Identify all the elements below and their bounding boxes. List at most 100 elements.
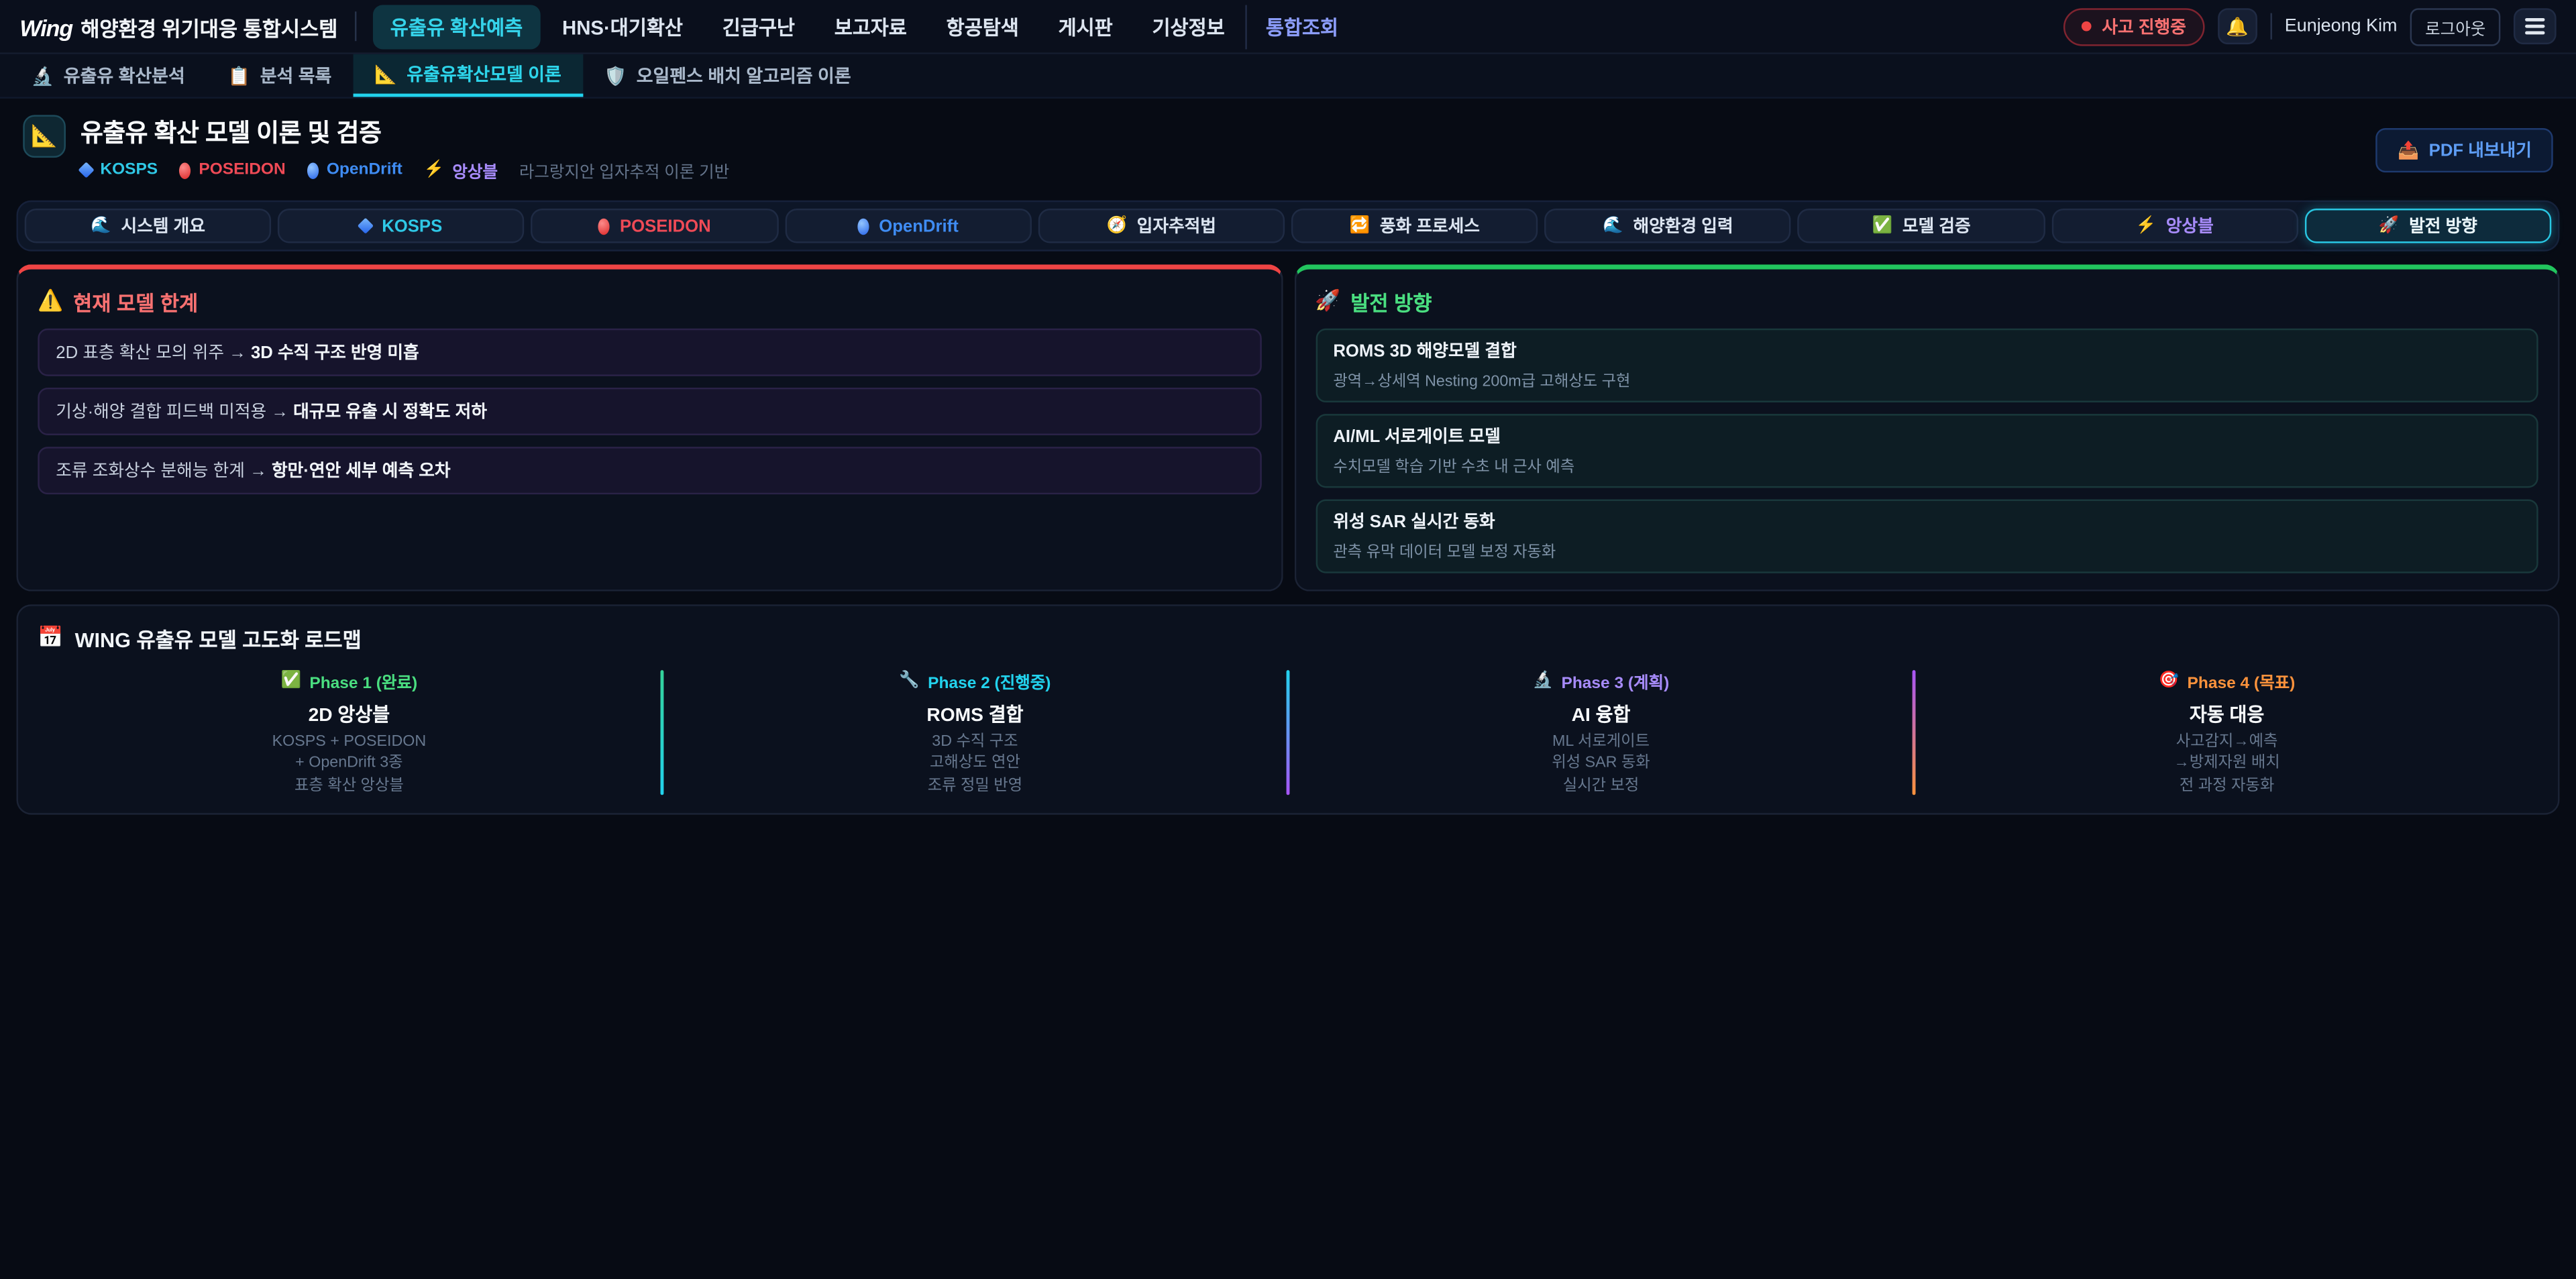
menu-item-aerial-search[interactable]: 항공탐색 xyxy=(928,4,1037,48)
phase-label-text: Phase 3 (계획) xyxy=(1561,669,1669,693)
future-item-desc: 수치모델 학습 기반 수초 내 근사 예측 xyxy=(1333,453,2520,476)
tab-diffusion-model-theory[interactable]: 📐 유출유확산모델 이론 xyxy=(353,54,582,97)
tab-analysis-list[interactable]: 📋 분석 목록 xyxy=(207,54,354,97)
main-menu: 유출유 확산예측 HNS·대기확산 긴급구난 보고자료 항공탐색 게시판 기상정… xyxy=(372,4,1356,48)
roadmap-phase-4: 🎯 Phase 4 (목표) 자동 대응 사고감지→예측 →방제자원 배치 전 … xyxy=(1916,669,2538,797)
badge-opendrift: OpenDrift xyxy=(307,161,402,179)
limitations-title-text: 현재 모델 한계 xyxy=(73,286,198,317)
logout-button[interactable]: 로그아웃 xyxy=(2410,7,2500,45)
phase-line: + OpenDrift 3종 xyxy=(38,757,660,774)
page-subtitle: 라그랑지안 입자추적 이론 기반 xyxy=(519,158,729,182)
future-item-desc: 관측 유막 데이터 모델 보정 자동화 xyxy=(1333,539,2520,561)
limitation-item: 기상·해양 결합 피드백 미적용 → 대규모 유출 시 정확도 저하 xyxy=(38,388,1260,435)
model-badges: KOSPS POSEIDON OpenDrift ⚡ 앙상블 라그랑지안 입자추… xyxy=(80,158,729,182)
section-chip-poseidon[interactable]: POSEIDON xyxy=(531,209,778,243)
chip-label: 풍화 프로세스 xyxy=(1380,213,1480,238)
repeat-icon: 🔁 xyxy=(1350,217,1370,235)
triangle-ruler-icon: 📐 xyxy=(31,123,58,150)
chip-label: 시스템 개요 xyxy=(121,213,205,238)
future-item-title: 위성 SAR 실시간 동화 xyxy=(1333,509,2520,534)
wave-icon: 🌊 xyxy=(1603,217,1623,235)
tab-oil-boom-algorithm-theory[interactable]: 🛡️ 오일펜스 배치 알고리즘 이론 xyxy=(583,54,873,97)
phase-name: ROMS 결합 xyxy=(663,702,1286,728)
phase-line: 사고감지→예측 xyxy=(1916,733,2538,750)
user-name: Eunjeong Kim xyxy=(2285,16,2398,36)
wave-icon: 🌊 xyxy=(91,217,111,235)
section-chip-ensemble[interactable]: ⚡ 앙상블 xyxy=(2051,209,2298,243)
section-chip-particle-tracking[interactable]: 🧭 입자추적법 xyxy=(1038,209,1285,243)
menu-item-reports[interactable]: 보고자료 xyxy=(816,4,925,48)
hamburger-menu-button[interactable] xyxy=(2514,8,2557,44)
tab-label: 오일펜스 배치 알고리즘 이론 xyxy=(637,62,851,89)
wrench-icon: 🔧 xyxy=(899,672,919,690)
lightning-icon: ⚡ xyxy=(2136,217,2156,235)
page-header: 📐 유출유 확산 모델 이론 및 검증 KOSPS POSEIDON OpenD… xyxy=(0,99,2576,192)
roadmap-phase-1: ✅ Phase 1 (완료) 2D 앙상블 KOSPS + POSEIDON +… xyxy=(38,669,660,797)
badge-label: KOSPS xyxy=(100,161,158,179)
microscope-icon: 🔬 xyxy=(32,65,54,87)
limitation-text: 기상·해양 결합 피드백 미적용 → xyxy=(56,402,293,422)
menu-item-oil-spill-prediction[interactable]: 유출유 확산예측 xyxy=(372,4,541,48)
badge-ensemble: ⚡ 앙상블 xyxy=(424,158,498,182)
badge-kosps: KOSPS xyxy=(80,161,158,179)
phase-label-text: Phase 2 (진행중) xyxy=(928,669,1051,693)
section-nav: 🌊 시스템 개요 KOSPS POSEIDON OpenDrift 🧭 입자추적… xyxy=(16,201,2559,252)
red-oval-icon xyxy=(179,162,191,178)
menu-item-emergency-rescue[interactable]: 긴급구난 xyxy=(704,4,813,48)
phase-line: →방제자원 배치 xyxy=(1916,757,2538,774)
app-root: Wing 해양환경 위기대응 통합시스템 유출유 확산예측 HNS·대기확산 긴… xyxy=(0,0,2576,1279)
incident-status-label: 사고 진행중 xyxy=(2102,14,2186,39)
phase-3-label: 🔬 Phase 3 (계획) xyxy=(1289,669,1912,693)
section-chip-weathering-process[interactable]: 🔁 풍화 프로세스 xyxy=(1291,209,1538,243)
tab-label: 유출유확산모델 이론 xyxy=(407,61,561,87)
phase-name: AI 융합 xyxy=(1289,702,1912,728)
check-icon: ✅ xyxy=(1872,217,1892,235)
phase-name: 2D 앙상블 xyxy=(38,702,660,728)
menu-item-integrated-search[interactable]: 통합조회 xyxy=(1246,4,1357,48)
roadmap-panel: 📅 WING 유출유 모델 고도화 로드맵 ✅ Phase 1 (완료) 2D … xyxy=(16,604,2559,814)
limitation-bold: 3D 수직 구조 반영 미흡 xyxy=(251,343,419,363)
chip-label: 입자추적법 xyxy=(1137,213,1216,238)
incident-status-badge[interactable]: 사고 진행중 xyxy=(2064,7,2204,45)
section-chip-kosps[interactable]: KOSPS xyxy=(278,209,525,243)
tab-label: 유출유 확산분석 xyxy=(64,62,185,89)
page-icon-box: 📐 xyxy=(23,115,66,158)
app-logo[interactable]: Wing 해양환경 위기대응 통합시스템 xyxy=(19,11,337,42)
phase-line: 고해상도 연안 xyxy=(663,757,1286,774)
compass-icon: 🧭 xyxy=(1106,217,1126,235)
section-chip-system-overview[interactable]: 🌊 시스템 개요 xyxy=(25,209,272,243)
limitations-title: ⚠️ 현재 모델 한계 xyxy=(38,286,1260,317)
phase-line: 조류 정밀 반영 xyxy=(663,779,1286,797)
pdf-export-button[interactable]: 📤 PDF 내보내기 xyxy=(2376,128,2553,172)
content-panels: ⚠️ 현재 모델 한계 2D 표층 확산 모의 위주 → 3D 수직 구조 반영… xyxy=(16,264,2559,591)
top-navbar: Wing 해양환경 위기대응 통합시스템 유출유 확산예측 HNS·대기확산 긴… xyxy=(0,0,2576,54)
section-chip-model-validation[interactable]: ✅ 모델 검증 xyxy=(1798,209,2045,243)
sub-tabbar: 🔬 유출유 확산분석 📋 분석 목록 📐 유출유확산모델 이론 🛡️ 오일펜스 … xyxy=(0,54,2576,99)
tab-oil-spill-analysis[interactable]: 🔬 유출유 확산분석 xyxy=(10,54,207,97)
menu-item-hns-atmospheric[interactable]: HNS·대기확산 xyxy=(544,4,701,48)
phase-line: 전 과정 자동화 xyxy=(1916,779,2538,797)
future-title: 🚀 발전 방향 xyxy=(1315,286,2538,317)
triangle-ruler-icon: 📐 xyxy=(374,63,397,85)
rocket-icon: 🚀 xyxy=(1315,289,1340,314)
section-chip-future-direction[interactable]: 🚀 발전 방향 xyxy=(2304,209,2551,243)
page-title-block: 유출유 확산 모델 이론 및 검증 KOSPS POSEIDON OpenDri… xyxy=(80,115,729,182)
page-title: 유출유 확산 모델 이론 및 검증 xyxy=(80,115,729,149)
clipboard-icon: 📋 xyxy=(227,65,250,87)
phase-line: 위성 SAR 동화 xyxy=(1289,757,1912,774)
menu-item-board[interactable]: 게시판 xyxy=(1040,4,1131,48)
chip-label: 해양환경 입력 xyxy=(1633,213,1733,238)
chip-label: 발전 방향 xyxy=(2409,213,2477,238)
limitation-bold: 대규모 유출 시 정확도 저하 xyxy=(293,402,487,422)
red-oval-icon xyxy=(598,217,610,233)
tab-label: 분석 목록 xyxy=(260,62,332,89)
badge-label: OpenDrift xyxy=(327,161,402,179)
notifications-button[interactable]: 🔔 xyxy=(2217,8,2257,44)
hamburger-icon xyxy=(2525,18,2544,21)
blue-diamond-icon xyxy=(78,162,94,178)
chip-label: 모델 검증 xyxy=(1902,213,1971,238)
section-chip-opendrift[interactable]: OpenDrift xyxy=(785,209,1032,243)
menu-item-weather-info[interactable]: 기상정보 xyxy=(1134,4,1243,48)
section-chip-marine-env-input[interactable]: 🌊 해양환경 입력 xyxy=(1545,209,1792,243)
rocket-icon: 🚀 xyxy=(2379,217,2399,235)
